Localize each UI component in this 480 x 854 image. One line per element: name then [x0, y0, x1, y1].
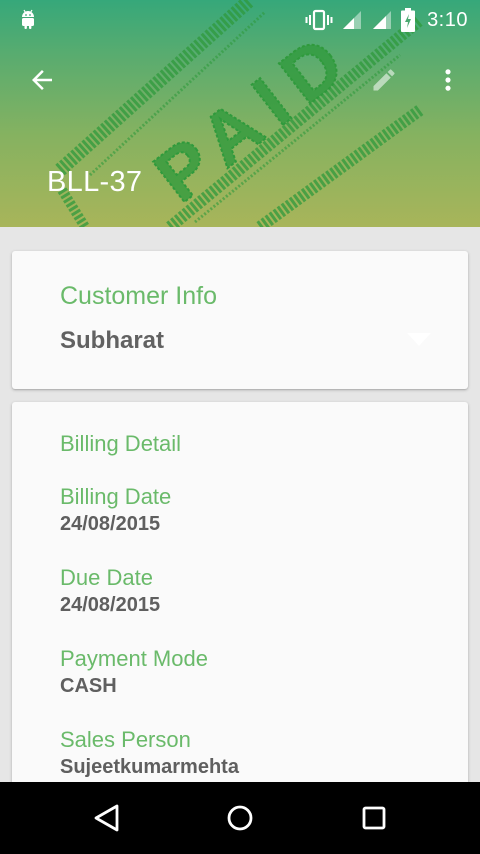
nav-recent-icon — [362, 806, 386, 830]
status-time: 3:10 — [427, 8, 468, 31]
android-icon — [22, 9, 34, 29]
nav-home-icon — [227, 805, 253, 831]
triangle-down-icon[interactable] — [404, 327, 434, 351]
due-date-label: Due Date — [60, 565, 153, 590]
pencil-icon — [373, 69, 395, 91]
nav-back-icon — [94, 804, 119, 832]
customer-name: Subharat — [60, 327, 165, 354]
paid-stamp-text: PAID — [139, 12, 369, 217]
customer-info-title: Customer Info — [60, 282, 218, 310]
more-vert-icon — [445, 69, 451, 91]
sales-person-label: Sales Person — [60, 727, 191, 752]
signal-icon — [373, 11, 392, 29]
payment-mode-value: CASH — [60, 675, 117, 697]
billing-date-value: 24/08/2015 — [60, 513, 161, 535]
status-bar: 3:10 — [0, 0, 480, 40]
vibrate-icon — [305, 9, 333, 31]
customer-info-card[interactable]: Customer Info Subharat — [12, 251, 468, 389]
edit-button[interactable] — [366, 62, 402, 98]
battery-charging-icon — [401, 8, 416, 32]
more-options-button[interactable] — [430, 62, 466, 98]
bill-id-title: BLL-37 — [47, 166, 143, 198]
billing-detail-title: Billing Detail — [60, 431, 182, 456]
signal-icon — [343, 11, 362, 29]
billing-detail-card: Billing Detail Billing Date 24/08/2015 D… — [12, 402, 468, 802]
navigation-bar — [0, 782, 480, 854]
back-button[interactable] — [24, 62, 60, 98]
nav-recent-button[interactable] — [354, 798, 394, 838]
due-date-value: 24/08/2015 — [60, 594, 161, 616]
sales-person-value: Sujeetkumarmehta — [60, 756, 239, 778]
nav-back-button[interactable] — [87, 798, 127, 838]
payment-mode-label: Payment Mode — [60, 646, 208, 671]
billing-date-label: Billing Date — [60, 484, 172, 509]
nav-home-button[interactable] — [220, 798, 260, 838]
header-banner: PAID 3:10 BLL-37 — [0, 0, 480, 227]
arrow-back-icon — [32, 70, 52, 90]
